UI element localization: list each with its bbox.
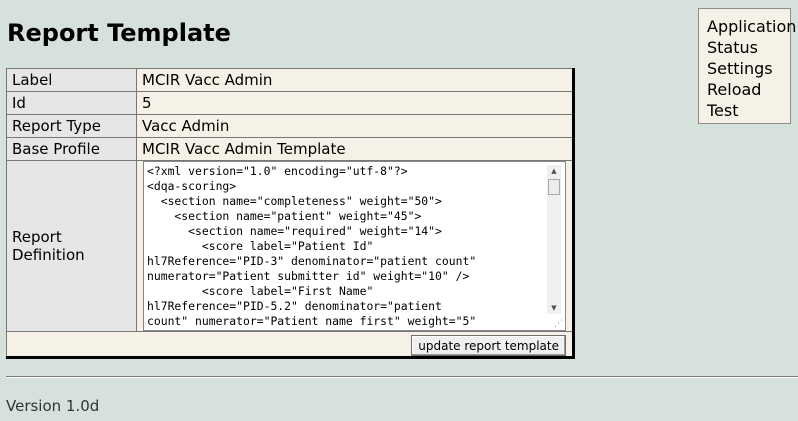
base-profile-value: MCIR Vacc Admin Template xyxy=(136,137,574,161)
report-template-form: Label MCIR Vacc Admin Id 5 Report Type V… xyxy=(6,68,575,359)
field-label: Label xyxy=(6,68,137,92)
vertical-scrollbar[interactable]: ▲ ▼ xyxy=(547,165,561,314)
actions-cell: update report template xyxy=(6,331,574,358)
menu-item-reload[interactable]: Reload xyxy=(707,79,790,100)
version-text: Version 1.0d xyxy=(6,397,100,415)
field-label: Report Type xyxy=(6,114,137,138)
form-row-report-type: Report Type Vacc Admin xyxy=(6,114,574,138)
form-row-base-profile: Base Profile MCIR Vacc Admin Template xyxy=(6,137,574,161)
footer-divider xyxy=(6,376,798,378)
menu-item-test[interactable]: Test xyxy=(707,100,790,121)
report-definition-text[interactable]: <?xml version="1.0" encoding="utf-8"?> <… xyxy=(147,164,545,328)
page-title: Report Template xyxy=(7,19,231,47)
menu-item-status[interactable]: Status xyxy=(707,37,790,58)
scroll-down-arrow-icon[interactable]: ▼ xyxy=(547,302,561,314)
scroll-up-arrow-icon[interactable]: ▲ xyxy=(547,165,561,177)
form-row-label: Label MCIR Vacc Admin xyxy=(6,68,574,92)
field-label: Id xyxy=(6,91,137,115)
scrollbar-thumb[interactable] xyxy=(548,179,560,195)
form-row-id: Id 5 xyxy=(6,91,574,115)
field-label: Report Definition xyxy=(6,160,137,332)
label-value: MCIR Vacc Admin xyxy=(136,68,574,92)
update-report-template-button[interactable]: update report template xyxy=(411,335,566,356)
report-definition-cell: <?xml version="1.0" encoding="utf-8"?> <… xyxy=(136,160,574,332)
report-type-value: Vacc Admin xyxy=(136,114,574,138)
menu-item-application[interactable]: Application xyxy=(707,16,796,37)
form-row-actions: update report template xyxy=(6,331,574,358)
resize-grip-icon[interactable]: ⋰ xyxy=(554,319,563,329)
side-menu: Application Status Settings Reload Test xyxy=(698,8,796,124)
field-label: Base Profile xyxy=(6,137,137,161)
menu-item-settings[interactable]: Settings xyxy=(707,58,790,79)
report-definition-textarea[interactable]: <?xml version="1.0" encoding="utf-8"?> <… xyxy=(143,161,566,331)
form-row-report-definition: Report Definition <?xml version="1.0" en… xyxy=(6,160,574,332)
id-value: 5 xyxy=(136,91,574,115)
